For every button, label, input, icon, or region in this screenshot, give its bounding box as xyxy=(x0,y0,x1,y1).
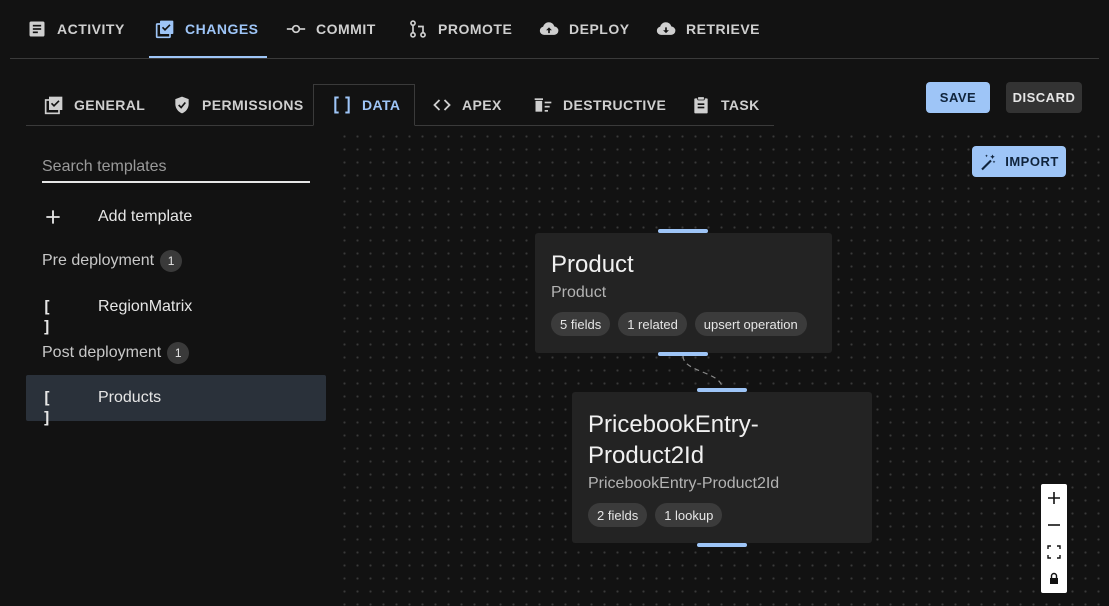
tab-label: DESTRUCTIVE xyxy=(563,96,667,113)
tab-label: DEPLOY xyxy=(569,21,630,37)
cloud-upload-icon xyxy=(539,22,559,35)
node-title: Product xyxy=(551,251,634,278)
node-source-handle[interactable] xyxy=(697,543,747,547)
search-templates[interactable] xyxy=(42,154,310,183)
tab-deploy[interactable]: DEPLOY xyxy=(539,0,630,58)
fit-view-button[interactable] xyxy=(1041,538,1067,565)
save-button[interactable]: SAVE xyxy=(926,82,990,113)
tab-retrieve[interactable]: RETRIEVE xyxy=(656,0,760,58)
add-template-button[interactable]: Add template xyxy=(26,194,326,240)
tab-data[interactable]: DATA xyxy=(313,84,415,126)
node-subtitle: PricebookEntry-Product2Id xyxy=(588,475,780,492)
sub-tabs: GENERAL PERMISSIONS DATA APEX DESTRUCTIV… xyxy=(26,84,774,126)
tab-destructive[interactable]: DESTRUCTIVE xyxy=(533,84,666,125)
search-input[interactable] xyxy=(42,158,310,176)
template-label: Products xyxy=(98,389,162,406)
add-template-label: Add template xyxy=(98,208,193,225)
chip: 5 fields xyxy=(551,312,611,336)
discard-button[interactable]: DISCARD xyxy=(1006,82,1082,113)
delete-sweep-icon xyxy=(534,97,552,112)
tab-label: TASK xyxy=(721,96,760,113)
lock-button[interactable] xyxy=(1041,565,1067,592)
lock-icon xyxy=(1050,572,1058,584)
zoom-out-icon xyxy=(1048,523,1060,526)
node-chips: 5 fields 1 related upsert operation xyxy=(551,312,807,336)
zoom-in-button[interactable] xyxy=(1041,484,1067,511)
tab-label: PERMISSIONS xyxy=(202,96,304,113)
canvas-controls xyxy=(1041,484,1067,593)
code-icon xyxy=(433,98,451,111)
node-subtitle: Product xyxy=(551,284,607,301)
tab-promote[interactable]: PROMOTE xyxy=(408,0,512,58)
brackets-icon xyxy=(334,96,350,114)
chip: upsert operation xyxy=(694,312,807,336)
template-item-regionmatrix[interactable]: [ ] RegionMatrix xyxy=(26,284,326,336)
magic-wand-icon xyxy=(981,154,996,170)
tab-changes[interactable]: CHANGES xyxy=(149,0,266,58)
tab-general[interactable]: GENERAL xyxy=(44,84,145,125)
tab-label: DATA xyxy=(362,97,401,113)
cloud-download-icon xyxy=(656,22,676,35)
tab-label: RETRIEVE xyxy=(686,21,761,37)
section-label: Pre deployment xyxy=(42,252,155,269)
zoom-out-button[interactable] xyxy=(1041,511,1067,538)
clipboard-icon xyxy=(694,95,708,113)
post-deployment-header: Post deployment 1 xyxy=(42,342,190,364)
checklist-icon xyxy=(44,96,63,114)
plus-icon xyxy=(46,210,60,224)
node-product[interactable]: Product Product 5 fields 1 related upser… xyxy=(535,233,832,353)
activity-icon xyxy=(29,21,45,37)
node-source-handle[interactable] xyxy=(658,352,708,356)
pre-deployment-header: Pre deployment 1 xyxy=(42,250,183,272)
shield-check-icon xyxy=(175,96,189,113)
tab-label: GENERAL xyxy=(74,96,146,113)
chip: 1 lookup xyxy=(655,503,723,527)
template-label: RegionMatrix xyxy=(98,298,193,315)
tab-activity[interactable]: ACTIVITY xyxy=(27,0,125,58)
fit-view-icon xyxy=(1047,544,1061,559)
node-title-line1: PricebookEntry- xyxy=(588,411,759,438)
template-item-products[interactable]: [ ] Products xyxy=(26,375,326,427)
node-pricebookentry[interactable]: PricebookEntry- Product2Id PricebookEntr… xyxy=(572,392,872,543)
node-title-line2: Product2Id xyxy=(588,442,705,469)
brackets-icon: [ ] xyxy=(42,388,54,427)
tab-label: APEX xyxy=(462,96,502,113)
tab-label: PROMOTE xyxy=(438,21,513,37)
changes-icon xyxy=(155,20,174,39)
chip: 2 fields xyxy=(588,503,648,527)
chip: 1 related xyxy=(618,312,687,336)
zoom-in-icon xyxy=(1048,491,1060,504)
tab-label: CHANGES xyxy=(185,21,259,37)
node-chips: 2 fields 1 lookup xyxy=(588,503,723,527)
tab-permissions[interactable]: PERMISSIONS xyxy=(172,84,304,125)
count-badge: 1 xyxy=(160,250,183,272)
brackets-icon: [ ] xyxy=(42,297,54,336)
commit-icon xyxy=(286,24,306,34)
top-navigation: ACTIVITY CHANGES COMMIT PROMOTE DEPLOY R… xyxy=(10,0,1099,59)
tab-apex[interactable]: APEX xyxy=(432,84,502,125)
import-button[interactable]: IMPORT xyxy=(972,146,1066,177)
tab-commit[interactable]: COMMIT xyxy=(286,0,376,58)
import-label: IMPORT xyxy=(1005,154,1059,169)
count-badge: 1 xyxy=(167,342,190,364)
tab-label: ACTIVITY xyxy=(57,21,125,37)
promote-icon xyxy=(410,20,426,38)
section-label: Post deployment xyxy=(42,344,162,361)
tab-label: COMMIT xyxy=(316,21,376,37)
tab-task[interactable]: TASK xyxy=(691,84,760,125)
